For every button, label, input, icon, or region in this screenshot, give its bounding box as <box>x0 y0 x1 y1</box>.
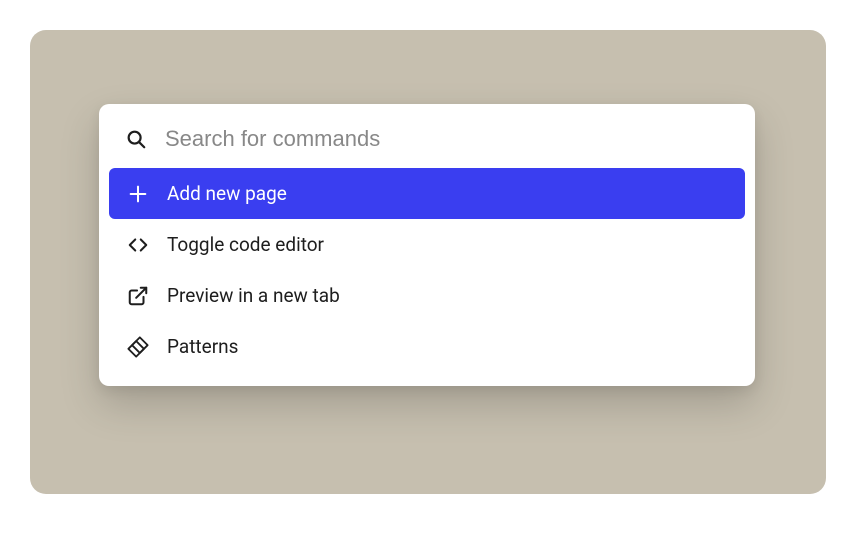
command-list: Add new page Toggle code editor <box>99 168 755 372</box>
command-label: Toggle code editor <box>167 233 324 256</box>
search-row <box>99 104 755 168</box>
code-icon <box>127 234 149 256</box>
command-add-new-page[interactable]: Add new page <box>109 168 745 219</box>
search-icon <box>125 128 147 150</box>
plus-icon <box>127 183 149 205</box>
external-link-icon <box>127 285 149 307</box>
command-label: Add new page <box>167 182 287 205</box>
command-preview-new-tab[interactable]: Preview in a new tab <box>109 270 745 321</box>
command-toggle-code-editor[interactable]: Toggle code editor <box>109 219 745 270</box>
command-palette: Add new page Toggle code editor <box>99 104 755 386</box>
command-label: Preview in a new tab <box>167 284 340 307</box>
patterns-icon <box>127 336 149 358</box>
search-input[interactable] <box>165 126 729 152</box>
background-card: Add new page Toggle code editor <box>30 30 826 494</box>
command-label: Patterns <box>167 335 238 358</box>
command-patterns[interactable]: Patterns <box>109 321 745 372</box>
